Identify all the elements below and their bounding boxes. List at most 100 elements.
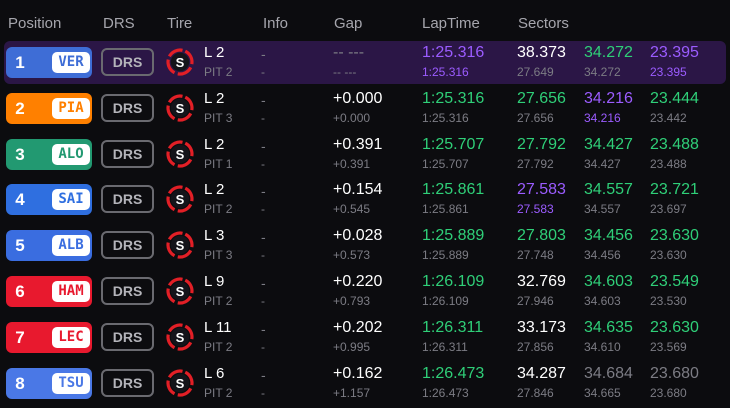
position-number: 5 <box>15 236 25 256</box>
svg-text:S: S <box>176 376 185 391</box>
header-tire: Tire <box>167 15 193 32</box>
position-number: 1 <box>15 53 25 72</box>
sector-3-time: 23.630 <box>650 227 699 245</box>
sector-2-time: 34.427 <box>584 135 633 153</box>
driver-row-tsu[interactable]: 8 TSU DRS S L 6 PIT 2 - - +0.162 +1.157 … <box>4 362 726 405</box>
header-gap: Gap <box>334 15 363 32</box>
driver-row-ver[interactable]: 1 VER DRS S L 2 PIT 2 - - -- --- -- --- … <box>4 41 726 84</box>
sector-3-best: 23.680 <box>650 385 687 400</box>
lap-count: L 2 <box>204 89 225 107</box>
lap-count: L 2 <box>204 181 225 199</box>
sector-3-time: 23.444 <box>650 89 699 107</box>
sector-2-best: 34.456 <box>584 248 621 263</box>
info-sub-value: - <box>261 65 265 79</box>
sector-3-time: 23.488 <box>650 135 699 153</box>
drs-indicator: DRS <box>101 368 154 397</box>
pit-count: PIT 2 <box>204 385 233 400</box>
gap-value: +0.028 <box>333 227 383 245</box>
best-lap-time: 1:26.311 <box>422 339 468 354</box>
drs-indicator: DRS <box>101 277 154 305</box>
gap-cumulative: -- --- <box>333 65 357 79</box>
sector-2-best: 34.610 <box>584 339 621 354</box>
gap-value: -- --- <box>333 44 365 61</box>
driver-row-pia[interactable]: 2 PIA DRS S L 2 PIT 3 - - +0.000 +0.000 … <box>4 87 726 130</box>
header-position: Position <box>8 15 62 32</box>
gap-cumulative: +0.573 <box>333 248 371 263</box>
driver-row-lec[interactable]: 7 LEC DRS S L 11 PIT 2 - - +0.202 +0.995… <box>4 316 726 359</box>
pit-count: PIT 3 <box>204 248 233 263</box>
svg-text:S: S <box>176 238 185 253</box>
svg-text:S: S <box>176 284 185 299</box>
info-value: - <box>261 183 266 200</box>
sector-2-best: 34.557 <box>584 202 621 217</box>
sector-2-time: 34.603 <box>584 273 633 290</box>
gap-cumulative: +0.391 <box>333 156 371 171</box>
sector-1-time: 27.803 <box>517 227 566 245</box>
sector-1-time: 27.583 <box>517 181 566 199</box>
lap-time: 1:25.707 <box>422 135 485 153</box>
driver-row-sai[interactable]: 4 SAI DRS S L 2 PIT 2 - - +0.154 +0.545 … <box>4 178 726 221</box>
info-value: - <box>261 229 266 246</box>
sector-1-best: 27.748 <box>517 248 554 263</box>
soft-tire-icon: S <box>166 231 194 259</box>
position-badge: 1 VER <box>6 47 92 78</box>
sector-1-best: 27.856 <box>517 339 554 354</box>
info-value: - <box>261 46 266 62</box>
gap-value: +0.202 <box>333 318 383 336</box>
sector-1-best: 27.946 <box>517 294 554 308</box>
lap-count: L 2 <box>204 44 225 61</box>
driver-code: PIA <box>52 97 90 119</box>
driver-code: VER <box>52 52 90 73</box>
header-info: Info <box>263 15 289 32</box>
sector-2-best: 34.603 <box>584 294 621 308</box>
sector-2-best: 34.427 <box>584 156 621 171</box>
best-lap-time: 1:26.109 <box>422 294 469 308</box>
gap-value: +0.154 <box>333 181 383 199</box>
best-lap-time: 1:25.316 <box>422 65 469 79</box>
soft-tire-icon: S <box>166 277 194 305</box>
lap-time: 1:25.889 <box>422 227 485 245</box>
info-sub-value: - <box>261 385 265 400</box>
driver-row-alb[interactable]: 5 ALB DRS S L 3 PIT 3 - - +0.028 +0.573 … <box>4 224 726 267</box>
info-sub-value: - <box>261 110 265 125</box>
position-number: 3 <box>15 144 25 164</box>
lap-count: L 3 <box>204 227 225 245</box>
gap-value: +0.000 <box>333 89 383 107</box>
sector-1-time: 32.769 <box>517 273 566 290</box>
driver-code: SAI <box>52 189 90 211</box>
sector-2-best: 34.272 <box>584 65 621 79</box>
svg-text:S: S <box>176 55 185 70</box>
sector-2-time: 34.272 <box>584 44 633 61</box>
driver-row-alo[interactable]: 3 ALO DRS S L 2 PIT 1 - - +0.391 +0.391 … <box>4 133 726 176</box>
svg-text:S: S <box>176 147 185 162</box>
best-lap-time: 1:25.707 <box>422 156 469 171</box>
info-sub-value: - <box>261 294 265 308</box>
driver-row-ham[interactable]: 6 HAM DRS S L 9 PIT 2 - - +0.220 +0.793 … <box>4 270 726 313</box>
pit-count: PIT 2 <box>204 294 233 308</box>
info-value: - <box>261 320 266 337</box>
lap-time: 1:25.316 <box>422 89 485 107</box>
pit-count: PIT 2 <box>204 65 233 79</box>
position-badge: 5 ALB <box>6 230 92 262</box>
info-sub-value: - <box>261 339 265 354</box>
svg-text:S: S <box>176 101 185 116</box>
driver-code: LEC <box>52 326 90 348</box>
sector-3-time: 23.721 <box>650 181 699 199</box>
sector-1-best: 27.792 <box>517 156 554 171</box>
gap-value: +0.162 <box>333 364 383 382</box>
info-value: - <box>261 91 266 108</box>
position-number: 7 <box>15 327 25 347</box>
info-sub-value: - <box>261 156 265 171</box>
svg-text:S: S <box>176 192 185 207</box>
drs-indicator: DRS <box>101 48 154 76</box>
lap-time: 1:26.311 <box>422 318 484 336</box>
gap-cumulative: +0.000 <box>333 110 371 125</box>
drs-indicator: DRS <box>101 322 154 351</box>
info-sub-value: - <box>261 202 265 217</box>
sector-3-time: 23.680 <box>650 364 699 382</box>
gap-value: +0.220 <box>333 273 383 290</box>
sector-1-best: 27.649 <box>517 65 554 79</box>
best-lap-time: 1:26.473 <box>422 385 469 400</box>
driver-code: ALO <box>52 143 90 165</box>
sector-3-best: 23.488 <box>650 156 687 171</box>
